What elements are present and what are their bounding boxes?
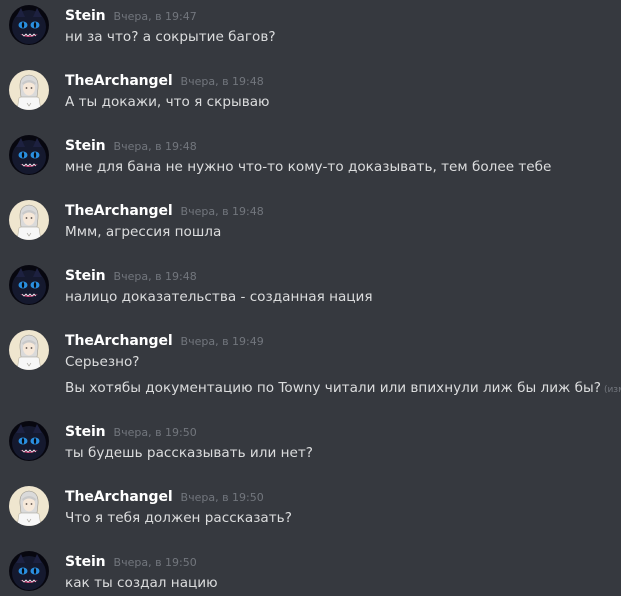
- timestamp: Вчера, в 19:48: [180, 205, 264, 218]
- message-text-line: Вы хотябы документацию по Towny читали и…: [65, 379, 621, 399]
- username[interactable]: Stein: [65, 424, 106, 440]
- message-header: TheArchangel Вчера, в 19:48: [65, 71, 264, 91]
- timestamp: Вчера, в 19:48: [113, 270, 197, 283]
- timestamp: Вчера, в 19:49: [180, 335, 264, 348]
- message-text: как ты создал нацию: [65, 575, 218, 591]
- message-header: TheArchangel Вчера, в 19:50: [65, 487, 264, 507]
- timestamp: Вчера, в 19:48: [113, 140, 197, 153]
- timestamp: Вчера, в 19:50: [180, 491, 264, 504]
- avatar-stein[interactable]: [9, 551, 49, 591]
- username[interactable]: TheArchangel: [65, 489, 173, 505]
- timestamp: Вчера, в 19:50: [113, 556, 197, 569]
- chat-message-list: Stein Вчера, в 19:47 ни за что? а сокрыти…: [0, 0, 621, 596]
- message-header: Stein Вчера, в 19:48: [65, 266, 197, 286]
- dark-cat-avatar-icon: [9, 265, 49, 305]
- message-header: TheArchangel Вчера, в 19:48: [65, 201, 264, 221]
- avatar-thearchangel[interactable]: [9, 200, 49, 240]
- message-text: Серьезно?: [65, 354, 140, 370]
- message-text: А ты докажи, что я скрываю: [65, 94, 270, 110]
- timestamp: Вчера, в 19:50: [113, 426, 197, 439]
- message-text: мне для бана не нужно что-то кому-то док…: [65, 159, 552, 175]
- anime-character-avatar-icon: [9, 330, 49, 370]
- username[interactable]: TheArchangel: [65, 203, 173, 219]
- dark-cat-avatar-icon: [9, 135, 49, 175]
- message-text: ни за что? а сокрытие багов?: [65, 29, 276, 45]
- avatar-stein[interactable]: [9, 5, 49, 45]
- message-text-content: Вы хотябы документацию по Towny читали и…: [65, 380, 601, 396]
- message-text: Ммм, агрессия пошла: [65, 224, 222, 240]
- avatar-thearchangel[interactable]: [9, 70, 49, 110]
- dark-cat-avatar-icon: [9, 551, 49, 591]
- avatar-stein[interactable]: [9, 135, 49, 175]
- avatar-thearchangel[interactable]: [9, 330, 49, 370]
- message-header: TheArchangel Вчера, в 19:49: [65, 331, 264, 351]
- timestamp: Вчера, в 19:47: [113, 10, 197, 23]
- message-text: налицо доказательства - созданная нация: [65, 289, 373, 305]
- anime-character-avatar-icon: [9, 486, 49, 526]
- edited-label: (измене: [603, 385, 621, 395]
- message-text: Что я тебя должен рассказать?: [65, 510, 292, 526]
- avatar-thearchangel[interactable]: [9, 486, 49, 526]
- username[interactable]: Stein: [65, 138, 106, 154]
- username[interactable]: Stein: [65, 268, 106, 284]
- dark-cat-avatar-icon: [9, 5, 49, 45]
- username[interactable]: Stein: [65, 554, 106, 570]
- message-header: Stein Вчера, в 19:50: [65, 422, 197, 442]
- avatar-stein[interactable]: [9, 421, 49, 461]
- username[interactable]: TheArchangel: [65, 73, 173, 89]
- anime-character-avatar-icon: [9, 70, 49, 110]
- timestamp: Вчера, в 19:48: [180, 75, 264, 88]
- message-header: Stein Вчера, в 19:50: [65, 552, 197, 572]
- message-header: Stein Вчера, в 19:48: [65, 136, 197, 156]
- username[interactable]: TheArchangel: [65, 333, 173, 349]
- username[interactable]: Stein: [65, 8, 106, 24]
- message-text: ты будешь рассказывать или нет?: [65, 445, 313, 461]
- message-header: Stein Вчера, в 19:47: [65, 6, 197, 26]
- avatar-stein[interactable]: [9, 265, 49, 305]
- dark-cat-avatar-icon: [9, 421, 49, 461]
- anime-character-avatar-icon: [9, 200, 49, 240]
